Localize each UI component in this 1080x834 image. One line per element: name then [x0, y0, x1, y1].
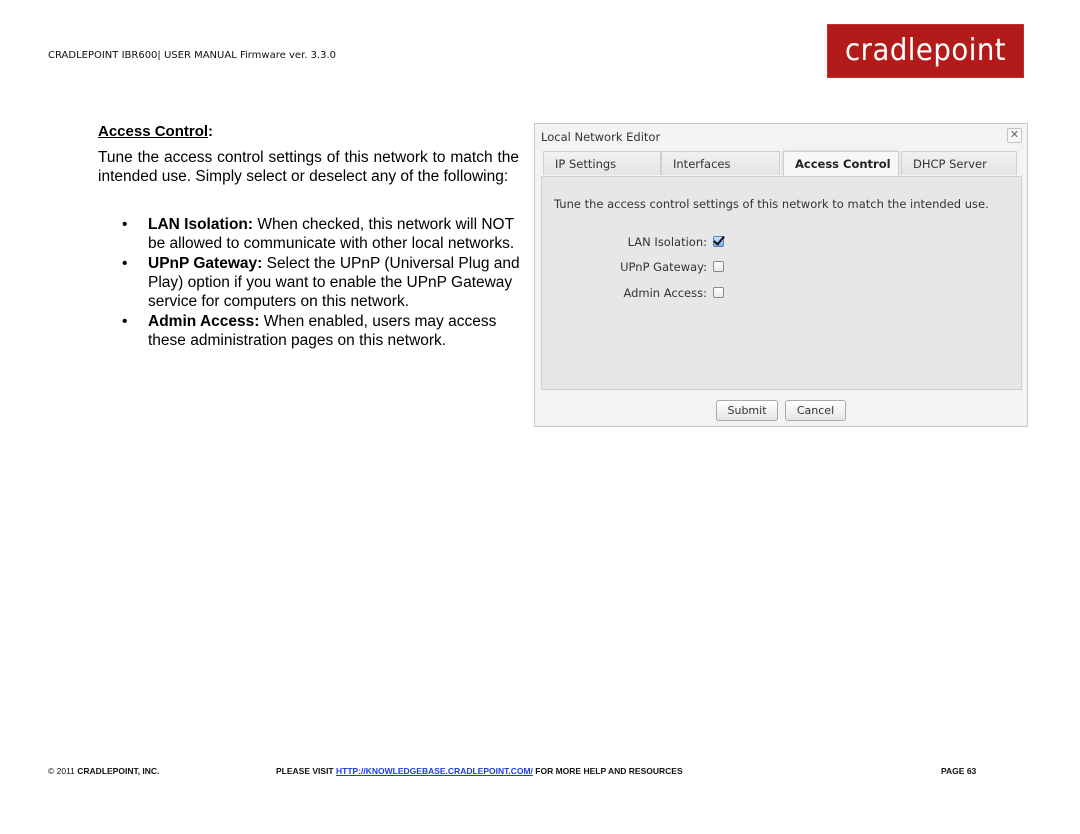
- heading-colon: :: [208, 123, 214, 140]
- option-list: • LAN Isolation: When checked, this netwo…: [122, 215, 522, 351]
- bullet-icon: •: [122, 255, 128, 272]
- list-item: • Admin Access: When enabled, users may a…: [122, 312, 522, 350]
- footer-copyright: © 2011 CRADLEPOINT, INC.: [48, 766, 159, 776]
- list-item: • UPnP Gateway: Select the UPnP (Universa…: [122, 254, 522, 311]
- logo-text: cradlepoint: [844, 32, 1007, 68]
- upnp-gateway-checkbox[interactable]: [713, 261, 724, 272]
- admin-access-checkbox[interactable]: [713, 287, 724, 298]
- visit-prefix: PLEASE VISIT: [276, 766, 336, 776]
- admin-access-label: Admin Access:: [623, 286, 707, 300]
- tab-ip-settings[interactable]: IP Settings: [543, 151, 661, 175]
- copyright-text: © 2011: [48, 766, 78, 776]
- admin-access-row: Admin Access:: [542, 286, 742, 302]
- close-icon[interactable]: ✕: [1007, 128, 1022, 143]
- dialog-title: Local Network Editor: [541, 130, 661, 144]
- tab-dhcp-server[interactable]: DHCP Server: [901, 151, 1017, 175]
- section-heading: Access Control:: [98, 123, 213, 140]
- submit-button[interactable]: Submit: [716, 400, 778, 421]
- tab-access-control[interactable]: Access Control: [783, 151, 899, 177]
- manual-header: CRADLEPOINT IBR600| USER MANUAL Firmware…: [48, 50, 337, 61]
- lan-isolation-checkbox[interactable]: [713, 236, 724, 247]
- tab-interfaces[interactable]: Interfaces: [661, 151, 780, 175]
- panel-description: Tune the access control settings of this…: [554, 197, 989, 211]
- bullet-icon: •: [122, 216, 128, 233]
- page-number: PAGE 63: [941, 766, 977, 776]
- upnp-gateway-label: UPnP Gateway:: [620, 260, 707, 274]
- company-name: CRADLEPOINT, INC.: [77, 766, 160, 776]
- footer-help: PLEASE VISIT HTTP://KNOWLEDGEBASE.CRADLE…: [276, 766, 683, 776]
- access-control-panel: Tune the access control settings of this…: [541, 176, 1022, 390]
- bullet-term: LAN Isolation:: [148, 216, 254, 233]
- intro-paragraph: Tune the access control settings of this…: [98, 149, 519, 185]
- visit-suffix: FOR MORE HELP AND RESOURCES: [532, 766, 683, 776]
- cancel-button[interactable]: Cancel: [785, 400, 846, 421]
- bullet-term: Admin Access:: [148, 313, 260, 330]
- section-heading-text: Access Control: [98, 123, 209, 140]
- local-network-editor-dialog: Local Network Editor ✕ IP Settings Inter…: [534, 123, 1028, 427]
- bullet-term: UPnP Gateway:: [148, 255, 263, 272]
- list-item: • LAN Isolation: When checked, this netwo…: [122, 215, 522, 253]
- upnp-gateway-row: UPnP Gateway:: [542, 260, 742, 276]
- lan-isolation-row: LAN Isolation:: [542, 235, 742, 251]
- bullet-icon: •: [122, 313, 128, 330]
- lan-isolation-label: LAN Isolation:: [627, 235, 707, 249]
- cradlepoint-logo: cradlepoint: [827, 24, 1024, 78]
- knowledgebase-link[interactable]: HTTP://KNOWLEDGEBASE.CRADLEPOINT.COM/: [336, 766, 533, 776]
